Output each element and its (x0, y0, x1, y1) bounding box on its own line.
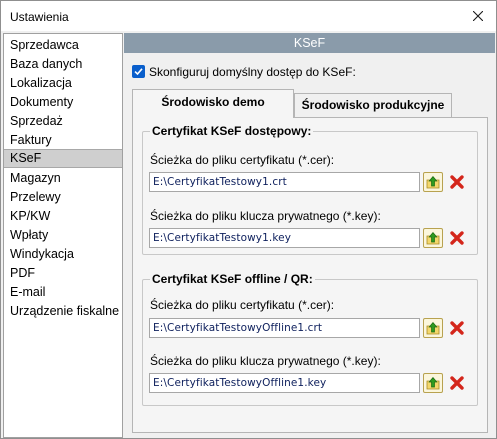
folder-up-arrow-icon (426, 376, 440, 390)
configure-default-access-checkbox[interactable] (132, 65, 145, 78)
folder-up-arrow-icon (426, 321, 440, 335)
sidebar-item-przelewy[interactable]: Przelewy (4, 188, 122, 207)
key-path-label: Ścieżka do pliku klucza prywatnego (*.ke… (150, 209, 381, 223)
browse-cert-button[interactable] (423, 172, 443, 192)
title-bar[interactable]: Ustawienia (1, 1, 496, 31)
sidebar-item-ksef[interactable]: KSeF (4, 149, 122, 168)
red-x-icon (450, 376, 464, 390)
sidebar-item-urzadzenie-fiskalne[interactable]: Urządzenie fiskalne (4, 302, 122, 321)
tab-srodowisko-demo[interactable]: Środowisko demo (132, 89, 294, 118)
sidebar-item-sprzedawca[interactable]: Sprzedawca (4, 36, 122, 55)
sidebar-item-lokalizacja[interactable]: Lokalizacja (4, 74, 122, 93)
key-path-input[interactable]: E:\CertyfikatTestowy1.key (149, 228, 420, 248)
clear-offline-cert-button[interactable] (447, 318, 467, 338)
offline-key-path-input[interactable]: E:\CertyfikatTestowyOffline1.key (149, 373, 420, 393)
sidebar-item-kp-kw[interactable]: KP/KW (4, 207, 122, 226)
tab-srodowisko-produkcyjne[interactable]: Środowisko produkcyjne (294, 93, 452, 117)
offline-cert-path-input[interactable]: E:\CertyfikatTestowyOffline1.crt (149, 318, 420, 338)
close-icon (473, 11, 483, 21)
panel-header: KSeF (124, 33, 495, 53)
red-x-icon (450, 231, 464, 245)
sidebar-item-e-mail[interactable]: E-mail (4, 283, 122, 302)
cert-path-input[interactable]: E:\CertyfikatTestowy1.crt (149, 172, 420, 192)
clear-key-button[interactable] (447, 228, 467, 248)
browse-offline-cert-button[interactable] (423, 318, 443, 338)
sidebar-item-pdf[interactable]: PDF (4, 264, 122, 283)
folder-up-arrow-icon (426, 175, 440, 189)
sidebar-item-windykacja[interactable]: Windykacja (4, 245, 122, 264)
sidebar-item-baza-danych[interactable]: Baza danych (4, 55, 122, 74)
close-button[interactable] (460, 1, 496, 31)
cert-path-label: Ścieżka do pliku certyfikatu (*.cer): (150, 153, 335, 167)
sidebar-item-faktury[interactable]: Faktury (4, 131, 122, 150)
settings-sidebar: Sprzedawca Baza danych Lokalizacja Dokum… (3, 33, 123, 438)
window-title: Ustawienia (10, 10, 69, 24)
folder-up-arrow-icon (426, 231, 440, 245)
browse-offline-key-button[interactable] (423, 373, 443, 393)
clear-offline-key-button[interactable] (447, 373, 467, 393)
clear-cert-button[interactable] (447, 172, 467, 192)
sidebar-item-magazyn[interactable]: Magazyn (4, 169, 122, 188)
checkmark-icon (134, 68, 143, 76)
configure-default-access-label[interactable]: Skonfiguruj domyślny dostęp do KSeF: (149, 65, 356, 79)
sidebar-item-wplaty[interactable]: Wpłaty (4, 226, 122, 245)
red-x-icon (450, 175, 464, 189)
offline-cert-path-label: Ścieżka do pliku certyfikatu (*.cer): (150, 298, 335, 312)
sidebar-item-sprzedaz[interactable]: Sprzedaż (4, 112, 122, 131)
group-title: Certyfikat KSeF offline / QR: (150, 272, 315, 286)
sidebar-item-dokumenty[interactable]: Dokumenty (4, 93, 122, 112)
browse-key-button[interactable] (423, 228, 443, 248)
group-title: Certyfikat KSeF dostępowy: (150, 124, 314, 138)
red-x-icon (450, 321, 464, 335)
settings-window: Ustawienia Sprzedawca Baza danych Lokali… (0, 0, 497, 439)
offline-key-path-label: Ścieżka do pliku klucza prywatnego (*.ke… (150, 354, 381, 368)
